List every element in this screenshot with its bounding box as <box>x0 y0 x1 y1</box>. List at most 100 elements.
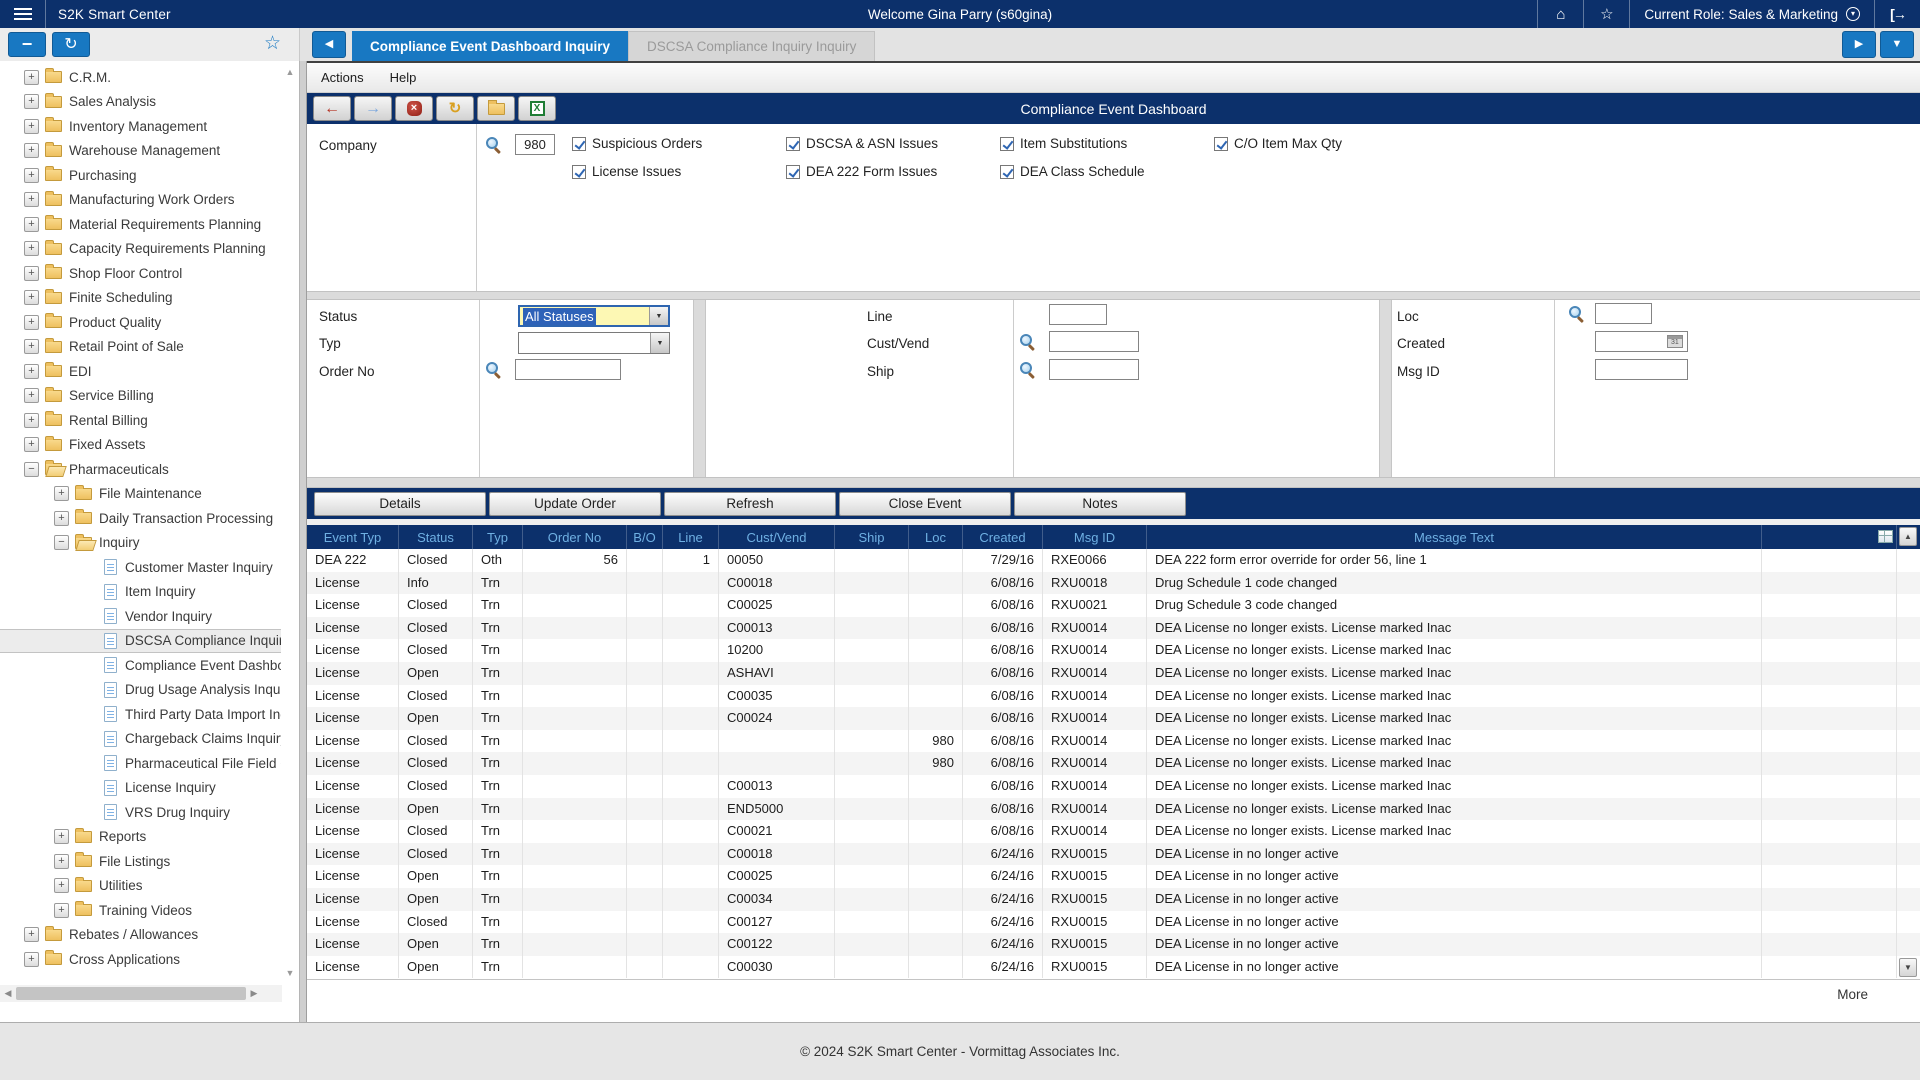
tab-scroll-right-button[interactable]: ▶ <box>1842 31 1876 58</box>
checkbox-checked-icon[interactable] <box>1214 137 1228 151</box>
expand-plus-icon[interactable]: + <box>54 878 69 893</box>
tab-list-button[interactable]: ▼ <box>1880 31 1914 58</box>
expand-plus-icon[interactable]: + <box>24 952 39 967</box>
cust-vend-input[interactable] <box>1049 331 1139 352</box>
update-order-button[interactable]: Update Order <box>489 492 661 516</box>
favorites-button[interactable]: ☆ <box>1583 0 1629 28</box>
table-row[interactable]: LicenseClosedTrn9806/08/16RXU0014DEA Lic… <box>307 730 1920 753</box>
sidebar-item-service-billing[interactable]: +Service Billing <box>0 384 281 409</box>
sidebar-item-product-quality[interactable]: +Product Quality <box>0 310 281 335</box>
menu-help[interactable]: Help <box>390 70 417 85</box>
hscroll-right-icon[interactable]: ▶ <box>246 988 262 999</box>
checkbox-c-o-item-max-qty[interactable]: C/O Item Max Qty <box>1214 136 1342 151</box>
loc-search-icon[interactable] <box>1568 305 1585 322</box>
details-button[interactable]: Details <box>314 492 486 516</box>
table-row[interactable]: LicenseOpenTrnC001226/24/16RXU0015DEA Li… <box>307 933 1920 956</box>
column-header-typ[interactable]: Typ <box>473 525 523 549</box>
table-row[interactable]: LicenseClosedTrnC000136/08/16RXU0014DEA … <box>307 617 1920 640</box>
expand-plus-icon[interactable]: + <box>24 413 39 428</box>
expand-plus-icon[interactable]: + <box>54 903 69 918</box>
back-button[interactable]: ← <box>313 96 351 121</box>
notes-button[interactable]: Notes <box>1014 492 1186 516</box>
expand-plus-icon[interactable]: + <box>24 266 39 281</box>
column-header-message-text[interactable]: Message Text <box>1147 525 1762 549</box>
checkbox-checked-icon[interactable] <box>1000 165 1014 179</box>
sidebar-item-file-maintenance[interactable]: +File Maintenance <box>0 482 281 507</box>
collapse-minus-icon[interactable]: − <box>54 535 69 550</box>
menu-actions[interactable]: Actions <box>321 70 364 85</box>
expand-plus-icon[interactable]: + <box>54 511 69 526</box>
sidebar-item-material-requirements-planning[interactable]: +Material Requirements Planning <box>0 212 281 237</box>
sidebar-item-retail-point-of-sale[interactable]: +Retail Point of Sale <box>0 335 281 360</box>
expand-plus-icon[interactable]: + <box>24 315 39 330</box>
home-button[interactable]: ⌂ <box>1537 0 1583 28</box>
sidebar-item-manufacturing-work-orders[interactable]: +Manufacturing Work Orders <box>0 188 281 213</box>
sidebar-item-warehouse-management[interactable]: +Warehouse Management <box>0 139 281 164</box>
sidebar-item-rebates-allowances[interactable]: +Rebates / Allowances <box>0 923 281 948</box>
checkbox-license-issues[interactable]: License Issues <box>572 164 681 179</box>
column-header-event-typ[interactable]: Event Typ <box>307 525 399 549</box>
checkbox-suspicious-orders[interactable]: Suspicious Orders <box>572 136 702 151</box>
current-role-selector[interactable]: Current Role: Sales & Marketing ▾ <box>1629 0 1874 28</box>
table-row[interactable]: LicenseClosedTrnC000186/24/16RXU0015DEA … <box>307 843 1920 866</box>
sidebar-item-chargeback-claims-inquiry[interactable]: Chargeback Claims Inquiry <box>0 727 281 752</box>
grid-scroll-up-button[interactable]: ▲ <box>1899 527 1917 546</box>
table-row[interactable]: LicenseOpenTrnC000256/24/16RXU0015DEA Li… <box>307 865 1920 888</box>
tab-scroll-left-button[interactable]: ◀ <box>312 31 346 58</box>
sidebar-item-daily-transaction-processing[interactable]: +Daily Transaction Processing <box>0 506 281 531</box>
sidebar-item-edi[interactable]: +EDI <box>0 359 281 384</box>
more-link[interactable]: More <box>1837 987 1868 1002</box>
ship-search-icon[interactable] <box>1019 361 1036 378</box>
expand-plus-icon[interactable]: + <box>24 290 39 305</box>
table-row[interactable]: LicenseClosedTrnC001276/24/16RXU0015DEA … <box>307 911 1920 934</box>
sidebar-item-pharmaceuticals[interactable]: −Pharmaceuticals <box>0 457 281 482</box>
tree-scroll-up-button[interactable]: ▲ <box>283 65 297 79</box>
msg-id-input[interactable] <box>1595 359 1688 380</box>
sidebar-item-third-party-data-import-inquiry[interactable]: Third Party Data Import Inquiry <box>0 702 281 727</box>
table-row[interactable]: LicenseOpenTrnEND50006/08/16RXU0014DEA L… <box>307 798 1920 821</box>
sidebar-item-vendor-inquiry[interactable]: Vendor Inquiry <box>0 604 281 629</box>
line-input[interactable] <box>1049 304 1107 325</box>
hscroll-left-icon[interactable]: ◀ <box>0 988 16 999</box>
column-header-line[interactable]: Line <box>663 525 719 549</box>
expand-plus-icon[interactable]: + <box>24 388 39 403</box>
checkbox-dscsa-asn-issues[interactable]: DSCSA & ASN Issues <box>786 136 938 151</box>
column-header-msg-id[interactable]: Msg ID <box>1043 525 1147 549</box>
column-header-order-no[interactable]: Order No <box>523 525 627 549</box>
checkbox-dea-222-form-issues[interactable]: DEA 222 Form Issues <box>786 164 937 179</box>
expand-plus-icon[interactable]: + <box>24 119 39 134</box>
tree-scroll-down-button[interactable]: ▼ <box>283 966 297 980</box>
column-header-cust-vend[interactable]: Cust/Vend <box>719 525 835 549</box>
table-row[interactable]: LicenseClosedTrnC000136/08/16RXU0014DEA … <box>307 775 1920 798</box>
expand-plus-icon[interactable]: + <box>24 168 39 183</box>
sidebar-item-finite-scheduling[interactable]: +Finite Scheduling <box>0 286 281 311</box>
expand-plus-icon[interactable]: + <box>24 364 39 379</box>
expand-plus-icon[interactable]: + <box>24 437 39 452</box>
expand-plus-icon[interactable]: + <box>24 70 39 85</box>
table-row[interactable]: LicenseOpenTrnC000346/24/16RXU0015DEA Li… <box>307 888 1920 911</box>
table-row[interactable]: LicenseInfoTrnC000186/08/16RXU0018Drug S… <box>307 572 1920 595</box>
checkbox-item-substitutions[interactable]: Item Substitutions <box>1000 136 1127 151</box>
close-event-button[interactable]: Close Event <box>839 492 1011 516</box>
sidebar-item-inquiry[interactable]: −Inquiry <box>0 531 281 556</box>
sidebar-item-drug-usage-analysis-inquiry[interactable]: Drug Usage Analysis Inquiry <box>0 678 281 703</box>
sidebar-item-license-inquiry[interactable]: License Inquiry <box>0 776 281 801</box>
column-header-ship[interactable]: Ship <box>835 525 909 549</box>
stop-button[interactable]: × <box>395 96 433 121</box>
tab-dscsa-compliance-inquiry-inquiry[interactable]: DSCSA Compliance Inquiry Inquiry <box>628 31 875 61</box>
table-row[interactable]: LicenseClosedTrn9806/08/16RXU0014DEA Lic… <box>307 752 1920 775</box>
sidebar-item-purchasing[interactable]: +Purchasing <box>0 163 281 188</box>
refresh-tree-button[interactable]: ↻ <box>52 32 90 57</box>
sidebar-item-fixed-assets[interactable]: +Fixed Assets <box>0 433 281 458</box>
column-header-b-o[interactable]: B/O <box>627 525 663 549</box>
calendar-icon[interactable] <box>1667 335 1683 348</box>
checkbox-checked-icon[interactable] <box>572 137 586 151</box>
expand-plus-icon[interactable]: + <box>24 217 39 232</box>
checkbox-checked-icon[interactable] <box>572 165 586 179</box>
typ-dropdown[interactable]: ▼ <box>518 332 670 354</box>
sidebar-item-customer-master-inquiry[interactable]: Customer Master Inquiry <box>0 555 281 580</box>
sidebar-item-item-inquiry[interactable]: Item Inquiry <box>0 580 281 605</box>
grid-scroll-down-button[interactable]: ▼ <box>1899 958 1917 977</box>
cust-vend-search-icon[interactable] <box>1019 333 1036 350</box>
hscroll-thumb[interactable] <box>16 987 246 1000</box>
